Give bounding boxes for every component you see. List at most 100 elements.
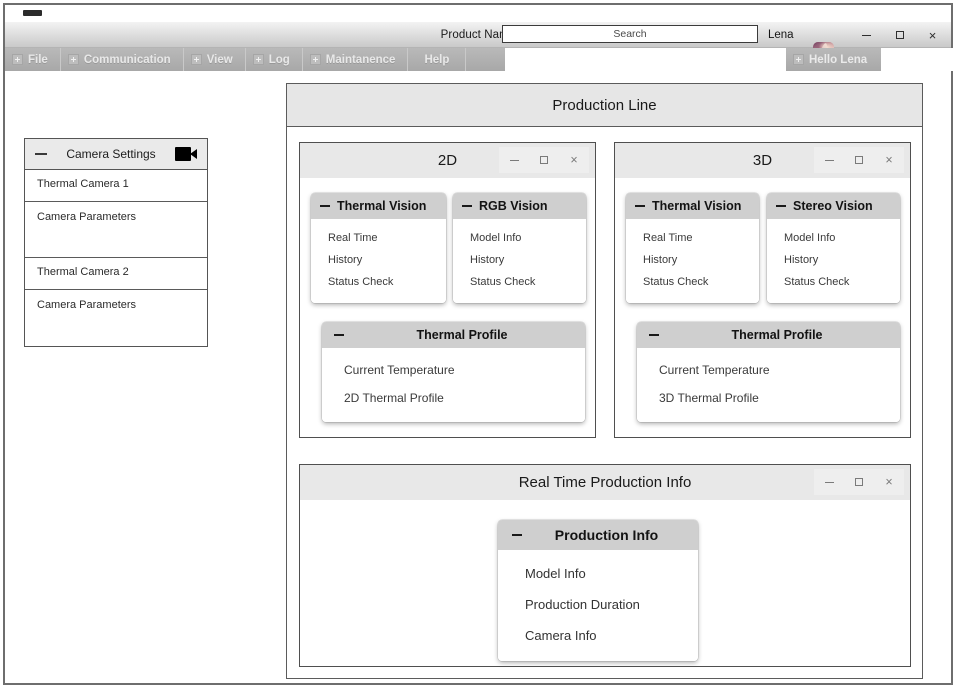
list-item[interactable]: Camera Parameters (25, 202, 207, 258)
list-item[interactable]: Current Temperature (322, 356, 585, 384)
list-item[interactable]: Camera Parameters (25, 290, 207, 346)
window-3d-controls: × (814, 147, 904, 173)
list-item[interactable]: History (626, 249, 759, 271)
menu-item-label: Help (424, 53, 450, 66)
card-rgb-vision-2d: RGB Vision Model Info History Status Che… (453, 193, 586, 303)
camera-settings-title: Camera Settings (66, 147, 156, 161)
close-button[interactable]: × (916, 24, 949, 46)
collapse-icon[interactable] (462, 205, 472, 207)
close-button[interactable]: × (874, 147, 904, 173)
list-item[interactable]: History (311, 249, 446, 271)
card-thermal-vision-2d: Thermal Vision Real Time History Status … (311, 193, 446, 303)
list-item[interactable]: Status Check (453, 271, 586, 293)
close-icon: × (928, 27, 937, 43)
card-header[interactable]: Thermal Profile (637, 322, 900, 348)
sidebar-item-label: Thermal Camera 1 (37, 178, 129, 190)
window-2d-controls: × (499, 147, 589, 173)
collapse-icon[interactable] (635, 205, 645, 207)
camera-settings-header[interactable]: Camera Settings (25, 139, 207, 170)
search-input[interactable] (502, 25, 758, 43)
plus-icon (309, 54, 321, 65)
minimize-button[interactable] (814, 469, 844, 495)
list-item[interactable]: 2D Thermal Profile (322, 384, 585, 412)
menu-item-label: Communication (83, 53, 171, 66)
menu-item-log[interactable]: Log (246, 48, 303, 71)
menu-item-label: File (28, 53, 48, 66)
list-item[interactable]: 3D Thermal Profile (637, 384, 900, 412)
maximize-button[interactable] (844, 469, 874, 495)
maximize-button[interactable] (529, 147, 559, 173)
video-camera-icon (175, 147, 197, 161)
maximize-button[interactable] (844, 147, 874, 173)
card-list: Real Time History Status Check (626, 219, 759, 303)
collapse-icon[interactable] (35, 153, 47, 155)
plus-icon (12, 54, 23, 65)
card-title: Thermal Profile (731, 328, 823, 342)
plus-icon (793, 54, 804, 65)
card-stereo-vision-3d: Stereo Vision Model Info History Status … (767, 193, 900, 303)
plus-icon (190, 54, 202, 65)
list-item[interactable]: Status Check (311, 271, 446, 293)
list-item[interactable]: Status Check (626, 271, 759, 293)
close-button[interactable]: × (559, 147, 589, 173)
top-strip (5, 5, 951, 22)
menu-item-help[interactable]: Help (408, 48, 467, 71)
list-item[interactable]: Model Info (498, 558, 698, 589)
collapse-icon[interactable] (776, 205, 786, 207)
card-title: RGB Vision (479, 199, 548, 213)
collapse-icon[interactable] (320, 205, 330, 207)
sidebar-item-label: Thermal Camera 2 (37, 266, 129, 278)
close-icon: × (885, 152, 893, 167)
list-item[interactable]: Current Temperature (637, 356, 900, 384)
card-header[interactable]: RGB Vision (453, 193, 586, 219)
card-title: Thermal Vision (337, 199, 427, 213)
sidebar-item-label: Camera Parameters (37, 211, 137, 223)
card-header[interactable]: Thermal Vision (626, 193, 759, 219)
collapse-icon[interactable] (649, 334, 659, 336)
minimize-button[interactable] (499, 147, 529, 173)
card-thermal-profile-3d: Thermal Profile Current Temperature 3D T… (637, 322, 900, 422)
minimize-button[interactable] (814, 147, 844, 173)
list-item[interactable]: Thermal Camera 2 (25, 258, 207, 290)
list-item[interactable]: Real Time (311, 227, 446, 249)
card-header[interactable]: Stereo Vision (767, 193, 900, 219)
list-item[interactable]: History (453, 249, 586, 271)
page-title: Product Name (440, 29, 516, 41)
production-line-title: Production Line (552, 96, 657, 114)
hello-user-button[interactable]: Hello Lena (786, 48, 882, 71)
maximize-button[interactable] (883, 24, 916, 46)
minimize-button[interactable] (850, 24, 883, 46)
collapse-icon[interactable] (334, 334, 344, 336)
card-header[interactable]: Thermal Vision (311, 193, 446, 219)
menu-item-view[interactable]: View (184, 48, 246, 71)
plus-icon (67, 54, 79, 65)
card-header[interactable]: Production Info (498, 520, 698, 550)
card-header[interactable]: Thermal Profile (322, 322, 585, 348)
list-item[interactable]: History (767, 249, 900, 271)
window-minimize-pill[interactable] (23, 10, 42, 16)
main-content: Camera Settings Thermal Camera 1 Camera … (5, 71, 951, 683)
list-item[interactable]: Thermal Camera 1 (25, 170, 207, 202)
list-item[interactable]: Real Time (626, 227, 759, 249)
maximize-icon (895, 31, 904, 39)
list-item[interactable]: Model Info (767, 227, 900, 249)
window-controls: × (850, 24, 950, 46)
window-real-time-controls: × (814, 469, 904, 495)
collapse-icon[interactable] (512, 534, 522, 536)
card-title: Thermal Profile (416, 328, 508, 342)
list-item[interactable]: Production Duration (498, 589, 698, 620)
card-thermal-vision-3d: Thermal Vision Real Time History Status … (626, 193, 759, 303)
list-item[interactable]: Camera Info (498, 620, 698, 651)
list-item[interactable]: Model Info (453, 227, 586, 249)
menu-item-communication[interactable]: Communication (61, 48, 184, 71)
menu-bar: File Communication View Log Maintanence (5, 48, 956, 71)
list-item[interactable]: Status Check (767, 271, 900, 293)
close-button[interactable]: × (874, 469, 904, 495)
user-name-label: Lena (768, 29, 794, 41)
close-icon: × (885, 474, 893, 489)
card-list: Model Info History Status Check (767, 219, 900, 303)
menu-item-file[interactable]: File (5, 48, 61, 71)
card-production-info: Production Info Model Info Production Du… (498, 520, 698, 661)
menu-item-maintanence[interactable]: Maintanence (303, 48, 409, 71)
card-list: Model Info History Status Check (453, 219, 586, 303)
